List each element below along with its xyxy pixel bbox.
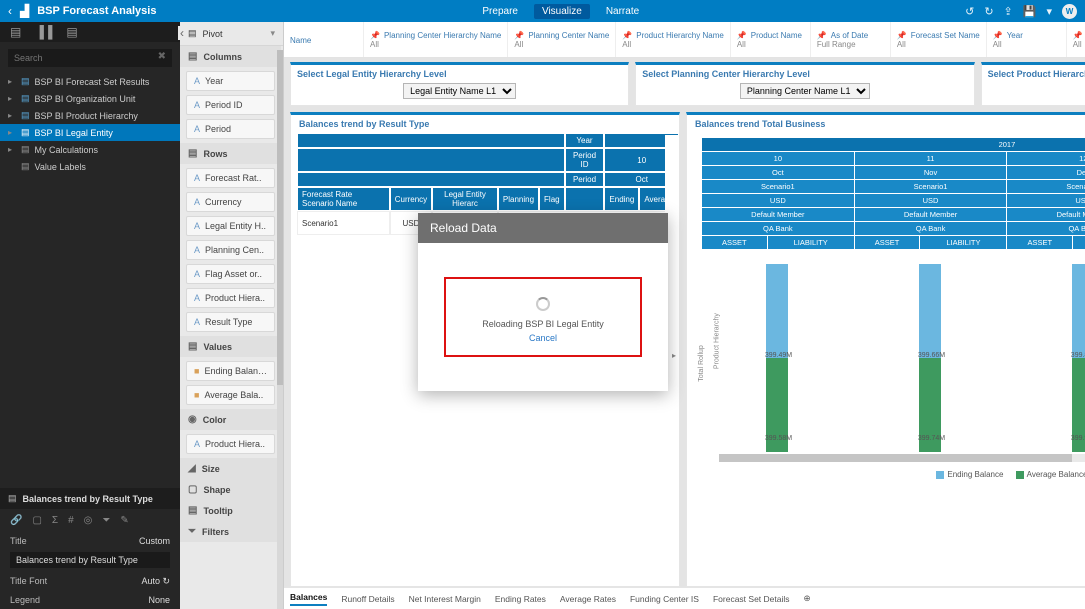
cancel-button[interactable]: Cancel — [482, 333, 603, 343]
spinner-icon — [536, 297, 550, 311]
modal-message: Reloading BSP BI Legal Entity — [482, 319, 603, 329]
modal-overlay: Reload Data Reloading BSP BI Legal Entit… — [0, 0, 1085, 609]
modal-title: Reload Data — [418, 213, 668, 243]
collapse-grammar-icon[interactable]: ‹ — [178, 26, 186, 40]
reload-data-modal: Reload Data Reloading BSP BI Legal Entit… — [418, 213, 668, 391]
